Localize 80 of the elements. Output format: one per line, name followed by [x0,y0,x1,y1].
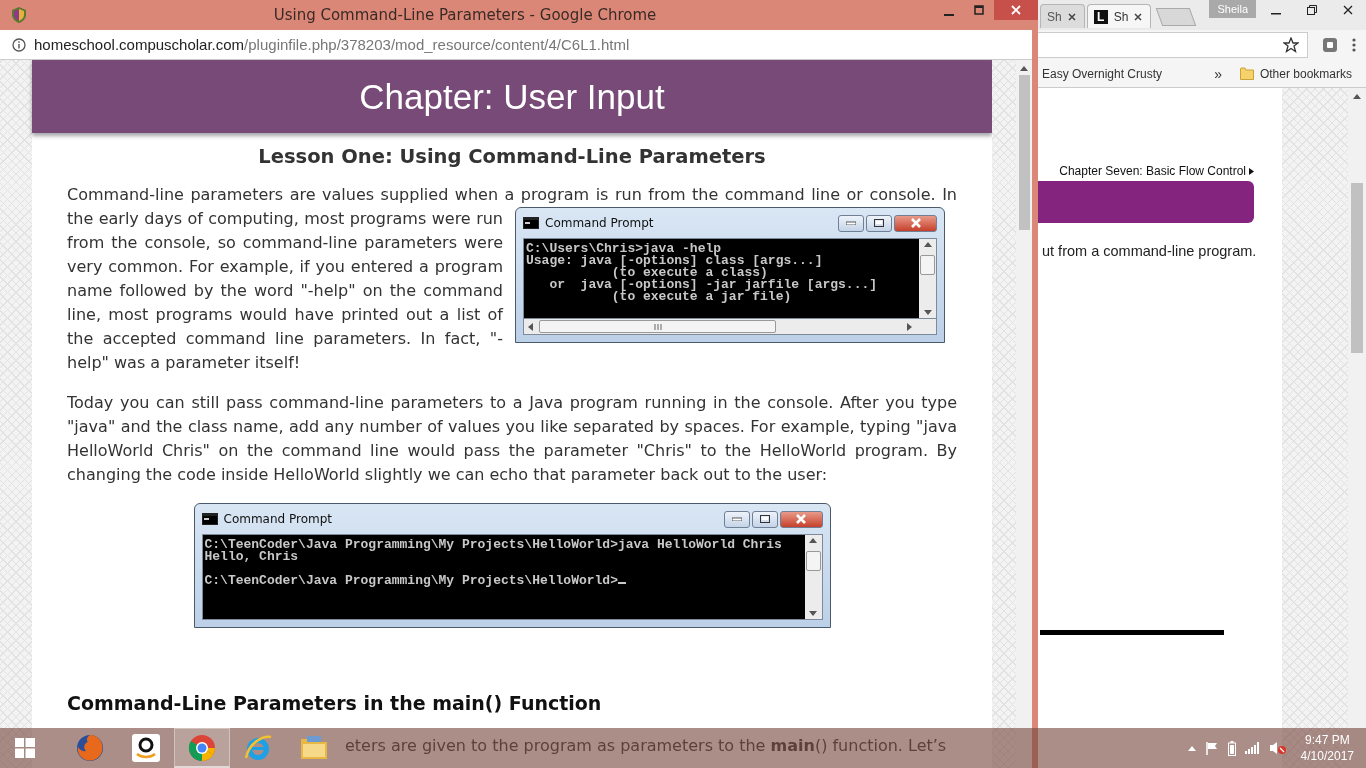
info-icon[interactable] [12,37,26,52]
console-line: Hello, Chris [204,551,300,563]
grip-icon [653,323,662,330]
close-icon [1011,5,1021,15]
chevron-up-icon[interactable] [1187,745,1196,751]
maximize-button[interactable] [866,214,892,232]
console-icon [201,513,218,525]
close-icon [795,514,807,524]
breadcrumb-link[interactable]: Chapter Seven: Basic Flow Control [1059,164,1254,178]
minimize-icon [1271,13,1281,15]
arrow-right-icon[interactable] [907,322,912,331]
console-line: (to execute a jar file) [611,291,792,303]
paragraph: Today you can still pass command-line parameters to a Java program running in the console. After you type "java" and the class name, add any number of values you like separated by spaces. For example, typing "java HelloWorld Chris" on the command line would pass the parameter "Chris" to the HelloWorld program. By changing the code inside HelloWorld slightly we can echo that parameter back out to the user: [67,392,957,486]
window-title: Command Prompt [545,216,655,230]
scrollbar-thumb[interactable] [1351,183,1363,353]
close-icon [909,218,922,228]
console-line: C:\Users\Chris>java -help [526,243,722,255]
minimize-icon [731,517,742,521]
bookmark-link[interactable]: Easy Overnight Crusty [1042,66,1163,81]
horizontal-scrollbar[interactable] [523,319,937,335]
paragraph: the early days of computing, most programs were run from the console, so command-line parameters were very common. For example, if you entered a program name followed by the word "-help" on the command line, most programs would have printed out a list of the accepted command line parameters. In fact, "-help" was a parameter itself! [67,208,503,374]
minimize-icon [944,14,954,16]
vertical-scrollbar[interactable] [919,239,936,318]
browser-tab[interactable]: L Sh [1086,4,1152,28]
scrollbar-thumb[interactable] [1018,75,1030,230]
maximize-icon [974,5,984,15]
browser-tab[interactable]: Sh [1040,4,1085,28]
arrow-left-icon[interactable] [528,322,533,331]
address-field[interactable] [1038,32,1308,58]
close-icon[interactable] [1134,12,1143,21]
window-title: Command Prompt [223,512,334,526]
close-icon[interactable] [1067,12,1076,21]
shield-icon [12,7,26,23]
window-title: Using Command-Line Parameters - Google Chrome [272,6,658,24]
extension-icon[interactable] [1322,37,1338,53]
browser-icon [75,733,105,763]
signal-icon[interactable] [1244,742,1261,754]
minimize-icon [846,221,856,225]
arrow-up-icon[interactable] [1353,94,1361,99]
maximize-icon [874,219,884,227]
console-icon [523,217,539,229]
page-text: ut from a command-line program. [1042,243,1257,259]
speaker-muted-icon[interactable] [1269,741,1286,755]
menu-icon[interactable] [1352,38,1356,52]
minimize-button[interactable] [723,510,750,528]
triangle-icon [1249,167,1254,175]
chapter-title: Chapter: User Input [359,76,665,117]
lesson-title: Lesson One: Using Command-Line Parameters [257,145,767,169]
arrow-down-icon[interactable] [809,611,817,616]
smile-logo-icon [131,733,161,763]
scrollbar-thumb[interactable] [920,255,935,275]
console-line: C:\TeenCoder\Java Programming\My Projects\HelloWorld> [204,575,803,587]
other-bookmarks-button[interactable]: Other bookmarks [1239,66,1366,81]
console-line: (to execute a class) [611,267,768,279]
paragraph-line: Command-line parameters are values supplied when a program is run from the command line or console. In [67,184,957,206]
browser-icon [243,733,273,763]
restore-icon [1307,5,1317,15]
maximize-icon [759,515,770,523]
windows-logo-icon[interactable] [15,738,35,758]
maximize-button[interactable] [751,510,778,528]
arrow-up-icon[interactable] [923,242,932,247]
star-icon[interactable] [1283,37,1299,53]
close-icon [1343,5,1353,15]
bookmarks-overflow-button[interactable]: » [1214,65,1222,82]
vertical-scrollbar[interactable] [1016,60,1032,768]
paragraph-fragment: eters are given to the program as parameters to the main() function. Let’s [345,736,947,755]
browser-icon [187,732,217,763]
console-line: or java [-options] -jar jarfile [args...] [548,279,879,291]
site-favicon: L [1093,9,1108,24]
console-line: C:\TeenCoder\Java Programming\My Projects\HelloWorld>java HelloWorld Chris [204,539,783,551]
flag-icon[interactable] [1204,741,1219,755]
console-line: Usage: java [-options] class [args...] [526,255,824,267]
section-heading: Command-Line Parameters in the main() Function [67,691,603,716]
arrow-up-icon[interactable] [1020,66,1028,71]
arrow-down-icon[interactable] [923,310,932,315]
battery-icon[interactable] [1227,740,1236,756]
folder-icon [1239,67,1254,80]
arrow-up-icon[interactable] [809,538,817,543]
scrollbar-thumb[interactable] [805,551,821,571]
minimize-button[interactable] [838,214,864,232]
